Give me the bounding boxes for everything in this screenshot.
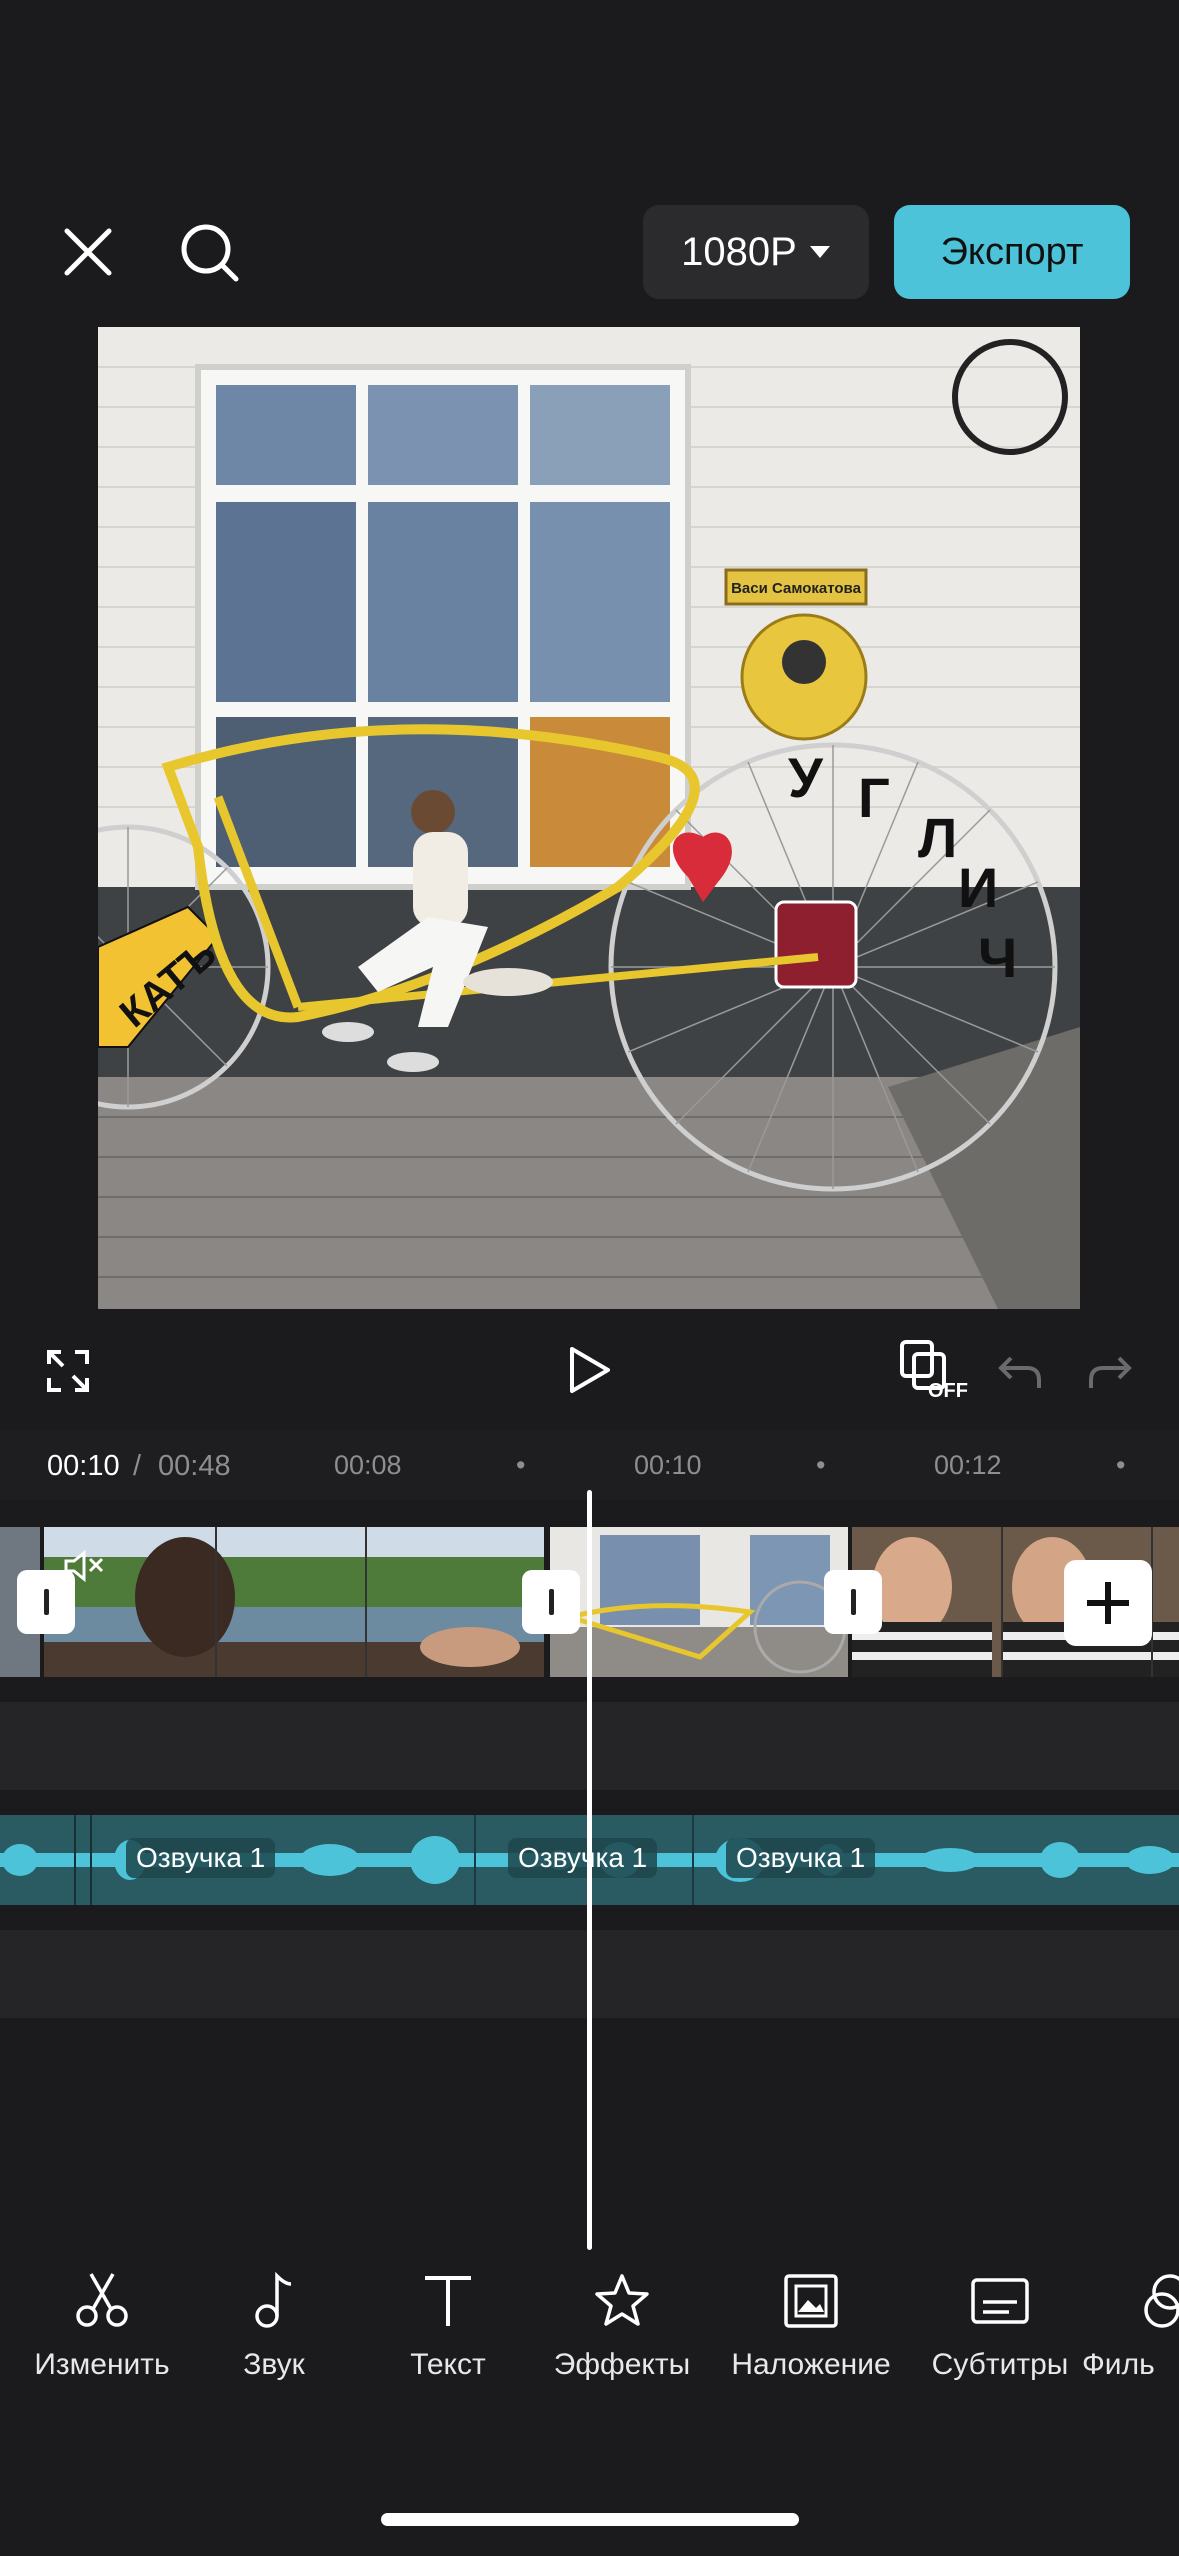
plus-icon <box>1087 1582 1129 1624</box>
tool-text[interactable]: Текст <box>358 2270 538 2382</box>
search-button[interactable] <box>175 218 245 288</box>
redo-icon <box>1089 1356 1132 1388</box>
tool-label: Наложение <box>731 2348 891 2381</box>
video-clip-river[interactable] <box>0 1527 544 1677</box>
video-preview[interactable]: Васи Самокатова У Г Л И Ч КАТЪ <box>98 327 1080 1309</box>
total-time: 00:48 <box>158 1450 231 1482</box>
keyframe-off-label: OFF <box>928 1380 968 1402</box>
tool-label: Эффекты <box>553 2348 691 2381</box>
subtitles-icon <box>971 2278 1029 2324</box>
current-time: 00:10 <box>47 1450 120 1482</box>
time-separator: / <box>133 1450 142 1482</box>
tool-label: Текст <box>410 2348 486 2381</box>
resolution-label: 1080P <box>681 229 797 274</box>
audio-segment[interactable]: Озвучка 1 <box>692 1815 1179 1905</box>
wheel-letter: И <box>958 856 998 919</box>
wheel-letter: Г <box>858 766 890 829</box>
tool-edit[interactable]: Изменить <box>12 2270 192 2382</box>
keyframe-off-button[interactable]: OFF <box>896 1338 968 1404</box>
ruler-tick: 00:12 <box>934 1450 1002 1480</box>
ruler-tick: 00:10 <box>634 1450 702 1480</box>
undo-button[interactable] <box>995 1350 1045 1394</box>
audio-divider <box>90 1815 92 1905</box>
video-clip-bicycle[interactable] <box>550 1527 848 1677</box>
search-icon <box>181 224 239 282</box>
audio-segment[interactable]: Озвучка 1 <box>474 1815 694 1905</box>
tool-label: Изменить <box>34 2348 170 2381</box>
tool-overlay[interactable]: Наложение <box>721 2270 901 2382</box>
wheel-letter: У <box>788 746 824 809</box>
preview-frame-image: Васи Самокатова У Г Л И Ч КАТЪ <box>98 327 1080 1309</box>
play-button[interactable] <box>560 1340 620 1400</box>
tool-effects[interactable]: Эффекты <box>532 2270 712 2382</box>
caret-down-icon <box>809 246 830 258</box>
ruler-tick: 00:08 <box>334 1450 402 1480</box>
export-button[interactable]: Экспорт <box>894 205 1130 299</box>
scissors-icon <box>76 2273 128 2327</box>
playhead[interactable] <box>587 1490 592 2250</box>
undo-icon <box>998 1356 1041 1388</box>
wheel-letter: Ч <box>978 926 1017 989</box>
sign-text: Васи Самокатова <box>731 580 862 597</box>
tool-label: Звук <box>243 2348 305 2381</box>
text-icon <box>425 2276 471 2326</box>
tool-label: Филь <box>1082 2348 1155 2381</box>
tool-label: Субтитры <box>931 2348 1069 2381</box>
transition-handle[interactable] <box>824 1570 882 1634</box>
fullscreen-button[interactable] <box>42 1345 94 1397</box>
star-effects-icon <box>595 2274 649 2326</box>
tool-subtitles[interactable]: Субтитры <box>910 2270 1090 2382</box>
tool-audio[interactable]: Звук <box>184 2270 364 2382</box>
wheel-letter: Л <box>918 806 957 869</box>
audio-segment-label: Озвучка 1 <box>726 1838 876 1878</box>
audio-segment-label: Озвучка 1 <box>508 1838 658 1878</box>
redo-button[interactable] <box>1085 1350 1135 1394</box>
home-indicator[interactable] <box>381 2513 799 2526</box>
add-clip-button[interactable] <box>1064 1560 1152 1646</box>
transition-handle[interactable] <box>17 1570 75 1634</box>
fullscreen-icon <box>47 1350 89 1392</box>
audio-segment-label: Озвучка 1 <box>126 1838 276 1878</box>
bottom-toolbar: Изменить Звук Текст Эффекты Наложение Су… <box>0 2270 1179 2410</box>
close-button[interactable] <box>58 222 118 282</box>
close-icon <box>64 228 112 276</box>
resolution-dropdown[interactable]: 1080P <box>643 205 869 299</box>
clip-thumbnails <box>550 1527 848 1677</box>
play-icon <box>570 1347 610 1393</box>
ruler-dot: • <box>1116 1450 1126 1480</box>
ruler-dot: • <box>816 1450 826 1480</box>
tool-filters[interactable]: Филь <box>1080 2270 1179 2382</box>
music-note-icon <box>255 2271 292 2328</box>
export-label: Экспорт <box>940 230 1084 273</box>
audio-segment[interactable]: Озвучка 1 <box>74 1815 476 1905</box>
transition-handle[interactable] <box>522 1570 580 1634</box>
overlay-image-icon <box>784 2274 838 2328</box>
ruler-dot: • <box>516 1450 526 1480</box>
filters-icon <box>1144 2274 1179 2328</box>
